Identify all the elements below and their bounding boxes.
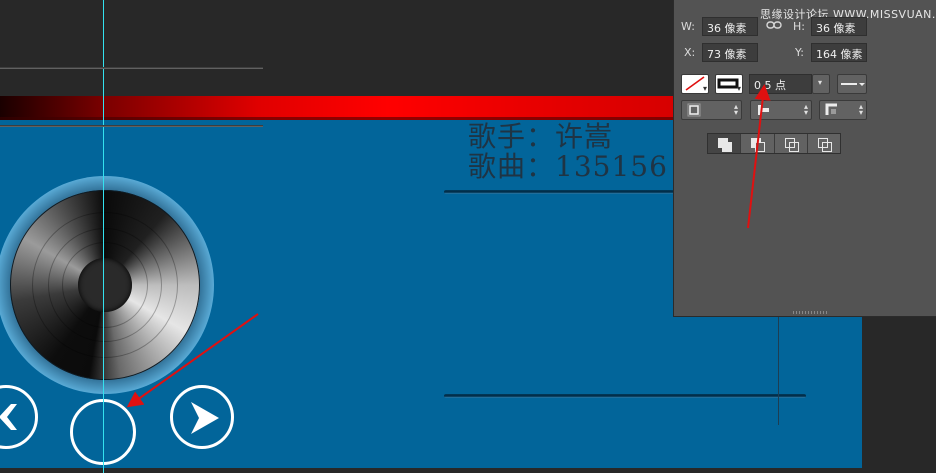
fill-swatch[interactable]: ▾ bbox=[681, 74, 709, 94]
y-label: Y: bbox=[795, 46, 804, 59]
prev-button[interactable] bbox=[0, 385, 38, 449]
panel-divider-highlight bbox=[0, 68, 263, 69]
record-disc bbox=[10, 190, 200, 380]
w-label: W: bbox=[681, 20, 695, 33]
align-stroke-icon bbox=[687, 103, 701, 117]
intersect-shapes-button[interactable] bbox=[774, 134, 808, 153]
top-groove-line bbox=[444, 190, 674, 194]
caret-down-icon: ▾ bbox=[702, 84, 707, 93]
subtract-shapes-button[interactable] bbox=[741, 134, 775, 153]
intersect-icon-part bbox=[788, 142, 799, 152]
stroke-cap-dropdown[interactable]: ▴ ▾ bbox=[750, 100, 812, 120]
exclude-shapes-button[interactable] bbox=[807, 134, 840, 153]
caret-down-icon: ▾ bbox=[736, 84, 741, 93]
h-label: H: bbox=[793, 20, 805, 33]
path-operations-group bbox=[707, 133, 841, 154]
stroke-style-dropdown[interactable] bbox=[837, 74, 867, 94]
singer-label: 歌手：许嵩 bbox=[468, 120, 614, 153]
spinner-icon: ▴ ▾ bbox=[803, 102, 808, 117]
vinyl-record bbox=[0, 176, 214, 394]
height-field[interactable]: 36 像素 bbox=[811, 17, 867, 36]
spinner-icon: ▴ ▾ bbox=[858, 102, 863, 117]
link-icon[interactable] bbox=[766, 19, 782, 31]
width-field[interactable]: 36 像素 bbox=[702, 17, 758, 36]
chevron-left-icon bbox=[0, 404, 17, 430]
corner-icon bbox=[825, 103, 837, 115]
exclude-icon-part bbox=[821, 142, 832, 152]
panel-resize-grip[interactable] bbox=[793, 311, 827, 314]
x-label: X: bbox=[684, 46, 696, 59]
combine-shapes-button[interactable] bbox=[708, 134, 742, 153]
stroke-corner-dropdown[interactable]: ▴ ▾ bbox=[819, 100, 867, 120]
caret-down-icon: ▾ bbox=[818, 78, 823, 87]
canvas-guide-dark bbox=[778, 315, 779, 425]
next-button[interactable] bbox=[170, 385, 234, 449]
record-hub bbox=[78, 258, 132, 312]
x-field[interactable]: 73 像素 bbox=[702, 43, 758, 62]
stroke-width-field[interactable]: 0.5 点 bbox=[749, 74, 812, 94]
stroke-align-dropdown[interactable]: ▴ ▾ bbox=[681, 100, 742, 120]
combine-icon-part bbox=[722, 142, 732, 152]
spinner-icon: ▴ ▾ bbox=[733, 102, 738, 117]
stroke-swatch[interactable]: ▾ bbox=[715, 74, 743, 94]
chevron-right-icon bbox=[191, 402, 219, 434]
y-field[interactable]: 164 像素 bbox=[811, 43, 867, 62]
bottom-groove-line bbox=[444, 394, 806, 398]
stroke-width-dropdown[interactable]: ▾ bbox=[812, 74, 830, 94]
cap-icon bbox=[758, 105, 769, 115]
line-style-icon bbox=[841, 83, 865, 86]
subtract-icon-part bbox=[755, 142, 766, 152]
panel-divider-highlight bbox=[0, 126, 263, 127]
song-title-label: 歌曲：135156 bbox=[468, 150, 668, 183]
vertical-guide[interactable] bbox=[103, 0, 104, 473]
